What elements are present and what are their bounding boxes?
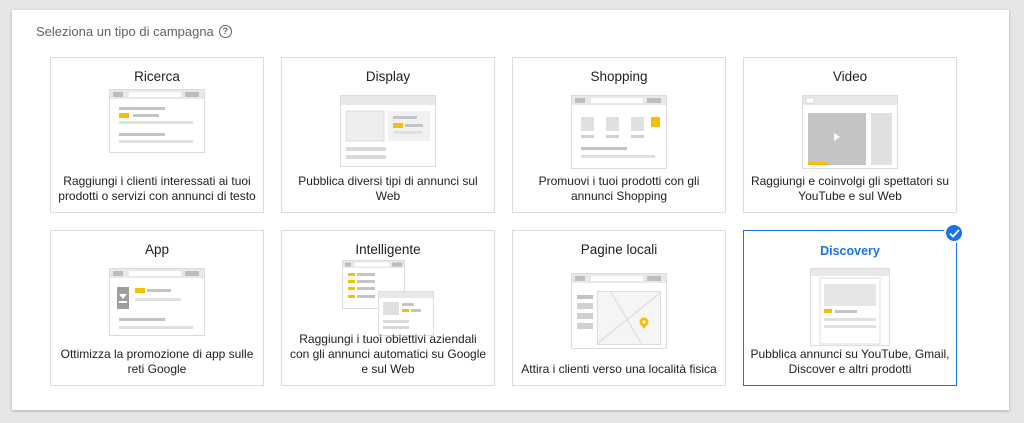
card-description: Attira i clienti verso una località fisi…: [521, 362, 717, 376]
card-title: Intelligente: [355, 242, 421, 257]
campaign-card-video[interactable]: Video Raggiungi e coinvolgi gli spettato…: [743, 57, 957, 213]
campaign-card-smart[interactable]: Intelligente Raggiungi i tuoi obiettivi …: [281, 230, 495, 386]
card-title: App: [144, 242, 170, 257]
section-heading: Seleziona un tipo di campagna ?: [36, 24, 232, 39]
campaign-card-app[interactable]: App Ottimizza la promozione di app sulle…: [50, 230, 264, 386]
campaign-card-display[interactable]: Display Pubblica diversi tipi di annunci…: [281, 57, 495, 213]
card-title: Display: [365, 69, 411, 84]
discovery-campaign-illustration: [810, 268, 890, 346]
local-campaign-illustration: [571, 273, 667, 349]
campaign-card-search[interactable]: Ricerca Raggiungi i clienti interessati …: [50, 57, 264, 213]
help-icon[interactable]: ?: [218, 25, 232, 38]
video-campaign-illustration: [802, 95, 898, 169]
card-description: Pubblica annunci su YouTube, Gmail, Disc…: [750, 347, 950, 376]
campaign-card-discovery[interactable]: Discovery Pubblica annunci su YouTube, G…: [743, 223, 964, 386]
card-description: Raggiungi e coinvolgi gli spettatori su …: [750, 174, 950, 203]
card-title: Pagine locali: [580, 242, 658, 257]
card-title: Ricerca: [134, 69, 180, 84]
card-title: Video: [832, 69, 868, 84]
campaign-card-shopping[interactable]: Shopping Promuovi i tuoi prodotti con gl…: [512, 57, 726, 213]
search-campaign-illustration: [109, 89, 205, 153]
shopping-campaign-illustration: [571, 95, 667, 169]
card-description: Promuovi i tuoi prodotti con gli annunci…: [538, 174, 700, 203]
display-campaign-illustration: [340, 95, 436, 167]
app-campaign-illustration: [109, 268, 205, 336]
smart-campaign-illustration: [342, 260, 434, 336]
heading-text: Seleziona un tipo di campagna: [36, 24, 214, 39]
selected-check-icon: [944, 223, 964, 243]
card-title: Shopping: [590, 69, 648, 84]
card-description: Ottimizza la promozione di app sulle ret…: [60, 347, 254, 376]
card-description: Pubblica diversi tipi di annunci sul Web: [298, 174, 478, 203]
card-description: Raggiungi i tuoi obiettivi aziendali con…: [289, 332, 487, 376]
campaign-card-local[interactable]: Pagine locali Attira i clienti verso una…: [512, 230, 726, 386]
card-description: Raggiungi i clienti interessati ai tuoi …: [58, 174, 256, 203]
card-title: Discovery: [820, 244, 880, 258]
